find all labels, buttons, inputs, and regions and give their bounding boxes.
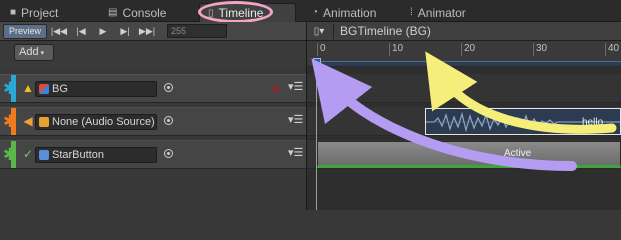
track-menu-icon[interactable]: ▾☰: [288, 148, 303, 159]
tab-project-label: Project: [21, 5, 59, 20]
activation-track-icon: ✓: [22, 147, 34, 161]
ruler-tick-label: 40: [608, 43, 620, 54]
go-to-end-icon[interactable]: ▶▶|: [137, 24, 157, 39]
console-icon: ▤: [108, 7, 118, 18]
track-menu-icon[interactable]: ▾☰: [288, 82, 303, 93]
add-track-row: Add ▾: [0, 41, 306, 67]
activation-clip[interactable]: Active: [317, 141, 621, 168]
tab-animation-label: Animation: [323, 5, 377, 20]
playhead-line: [316, 67, 317, 210]
ruler-tick: [317, 43, 318, 56]
tab-animation[interactable]: ◔ Animation: [304, 3, 384, 22]
audio-track-icon: ◀: [23, 114, 33, 128]
audio-clip-label: hello: [582, 117, 604, 128]
tab-console-label: Console: [122, 5, 167, 20]
current-frame-field[interactable]: 255: [167, 24, 228, 38]
animation-track-icon: ▲: [22, 81, 34, 95]
play-icon[interactable]: ▶: [93, 24, 113, 39]
gameobject-cube-icon: [39, 150, 49, 160]
ruler-tick-label: 0: [320, 43, 326, 54]
ruler-tick: [605, 43, 606, 56]
timeline-icon: ▯: [208, 7, 214, 19]
object-picker-icon[interactable]: [164, 149, 173, 158]
bound-object-name: StarButton: [52, 149, 104, 161]
track-lane-activation[interactable]: Active: [307, 140, 621, 169]
timeline-track-area[interactable]: hello Active: [307, 67, 621, 210]
bound-object-name: BG: [52, 83, 68, 95]
ruler-tick: [461, 43, 462, 56]
speaker-icon: [39, 117, 49, 127]
track-color-bar: [11, 75, 16, 102]
tab-timeline-label: Timeline: [218, 6, 264, 20]
tab-console[interactable]: ▤ Console: [100, 3, 174, 22]
add-track-button[interactable]: Add ▾: [14, 44, 54, 61]
track-lane-audio[interactable]: hello: [307, 107, 621, 136]
bound-object-field[interactable]: BG: [35, 81, 157, 97]
track-header-bg[interactable]: ✱ ▲ BG ▾☰: [0, 74, 306, 103]
tab-timeline[interactable]: ▯ Timeline: [199, 3, 296, 22]
ruler-time-strip: [317, 61, 621, 66]
preview-button[interactable]: Preview: [3, 23, 48, 39]
tab-animator-label: Animator: [417, 5, 466, 20]
timeline-toolbar: Preview |◀◀ |◀ ▶ ▶| ▶▶| 255: [0, 22, 306, 41]
animator-component-icon: [39, 84, 49, 94]
previous-frame-icon[interactable]: |◀: [71, 24, 91, 39]
activation-clip-label: Active: [504, 148, 532, 159]
bound-object-field[interactable]: StarButton: [35, 147, 157, 163]
next-frame-icon[interactable]: ▶|: [115, 24, 135, 39]
track-lane-bg[interactable]: [307, 74, 621, 103]
ruler-tick: [389, 43, 390, 56]
ruler-tick: [533, 43, 534, 56]
add-track-label: Add: [19, 46, 39, 58]
timeline-asset-icon[interactable]: ▯▾: [307, 26, 331, 37]
header-separator: [333, 23, 334, 39]
timeline-asset-title: BGTimeline (BG): [340, 24, 431, 38]
playhead-handle[interactable]: [313, 58, 321, 67]
track-color-bar: [11, 108, 16, 135]
time-ruler[interactable]: 0 10 20 30 40: [307, 41, 621, 67]
bound-object-field[interactable]: None (Audio Source): [35, 114, 157, 130]
animation-clock-icon: ◔: [312, 7, 319, 18]
folder-icon: ■: [10, 7, 17, 18]
track-menu-icon[interactable]: ▾☰: [288, 115, 303, 126]
chevron-down-icon: ▾: [38, 50, 45, 57]
timeline-header: ▯▾ BGTimeline (BG): [307, 22, 621, 41]
object-picker-icon[interactable]: [164, 116, 173, 125]
bound-object-name: None (Audio Source): [52, 116, 155, 128]
track-header-audio[interactable]: ✱ ◀ None (Audio Source) ▾☰: [0, 107, 306, 136]
record-button-icon[interactable]: [272, 85, 280, 93]
tab-project[interactable]: ■ Project: [2, 3, 66, 22]
track-color-bar: [11, 141, 16, 168]
ruler-tick-label: 20: [464, 43, 476, 54]
editor-tab-bar: ■ Project ▤ Console ▯ Timeline ◔ Animati…: [0, 0, 621, 22]
track-header-list: ✱ ▲ BG ▾☰ ✱ ◀ None (Audio Source) ▾☰ ✱ ✓…: [0, 67, 306, 210]
ruler-tick-label: 30: [536, 43, 548, 54]
go-to-start-icon[interactable]: |◀◀: [49, 24, 69, 39]
track-header-activation[interactable]: ✱ ✓ StarButton ▾☰: [0, 140, 306, 169]
audio-clip[interactable]: hello: [425, 108, 621, 135]
tab-animator[interactable]: ⁞ Animator: [402, 3, 474, 22]
object-picker-icon[interactable]: [164, 83, 173, 92]
ruler-tick-label: 10: [392, 43, 404, 54]
animator-icon: ⁞: [410, 7, 413, 18]
